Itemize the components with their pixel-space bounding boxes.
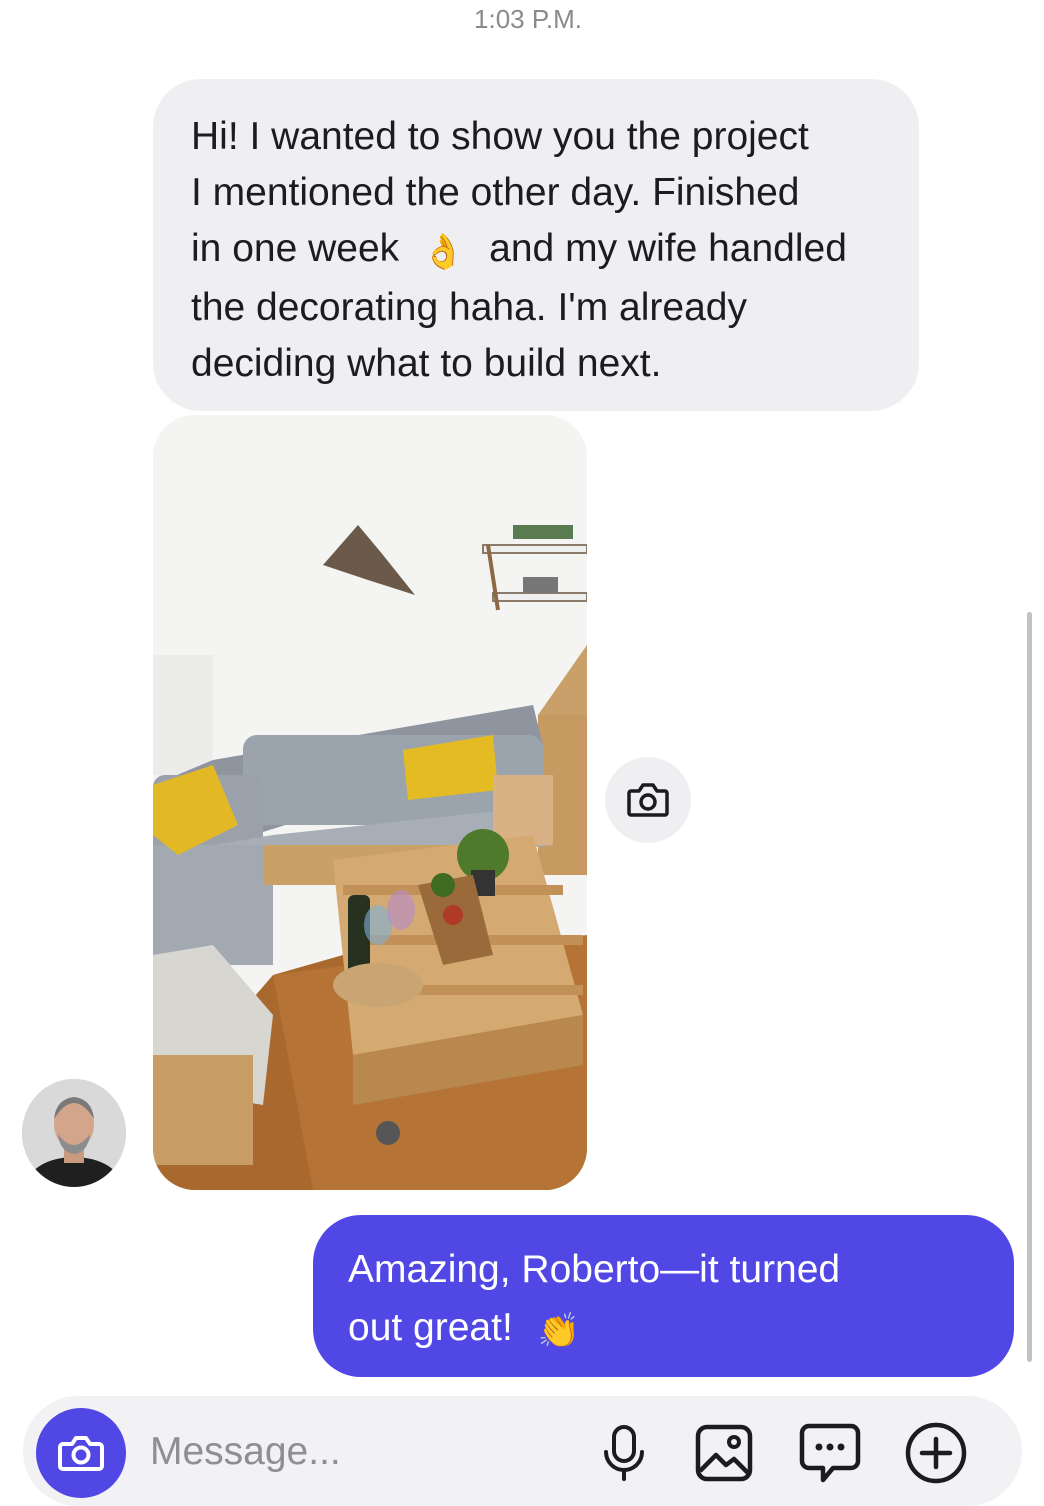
message-line: in one week 👌 and my wife handled bbox=[191, 221, 879, 280]
shared-photo[interactable] bbox=[153, 415, 587, 1190]
microphone-icon bbox=[604, 1425, 644, 1481]
camera-icon bbox=[627, 783, 669, 817]
avatar[interactable] bbox=[22, 1079, 126, 1187]
message-text: out great! bbox=[348, 1306, 513, 1349]
message-text: in one week bbox=[191, 227, 400, 270]
plus-icon bbox=[905, 1422, 967, 1484]
ok-hand-emoji: 👌 bbox=[421, 232, 465, 272]
message-line: deciding what to build next. bbox=[191, 342, 662, 385]
message-line: Amazing, Roberto—it turned bbox=[348, 1248, 841, 1291]
scrollbar[interactable] bbox=[1027, 612, 1032, 1362]
photo-camera-button[interactable] bbox=[605, 757, 691, 843]
image-icon bbox=[695, 1424, 753, 1482]
sender-avatar-image bbox=[22, 1079, 126, 1187]
message-input[interactable] bbox=[150, 1420, 570, 1484]
incoming-message-bubble[interactable]: Hi! I wanted to show you the project I m… bbox=[153, 79, 919, 411]
more-options-button[interactable] bbox=[903, 1420, 969, 1486]
microphone-button[interactable] bbox=[591, 1420, 657, 1486]
gallery-button[interactable] bbox=[691, 1420, 757, 1486]
pallet-furniture-living-room-photo bbox=[153, 415, 587, 1190]
message-line: the decorating haha. I'm already bbox=[191, 286, 747, 329]
camera-icon bbox=[58, 1436, 104, 1471]
sticker-button[interactable] bbox=[797, 1420, 863, 1486]
camera-button[interactable] bbox=[36, 1408, 126, 1498]
outgoing-message-bubble[interactable]: Amazing, Roberto—it turned out great! 👏 bbox=[313, 1215, 1014, 1377]
sticker-icon bbox=[799, 1423, 861, 1483]
message-timestamp: 1:03 P.M. bbox=[474, 4, 582, 34]
message-line: Hi! I wanted to show you the project bbox=[191, 115, 809, 158]
message-text: and my wife handled bbox=[489, 227, 847, 270]
message-line: out great! 👏 bbox=[348, 1299, 984, 1360]
clapping-hands-emoji: 👏 bbox=[537, 1311, 580, 1351]
message-line: I mentioned the other day. Finished bbox=[191, 171, 800, 214]
